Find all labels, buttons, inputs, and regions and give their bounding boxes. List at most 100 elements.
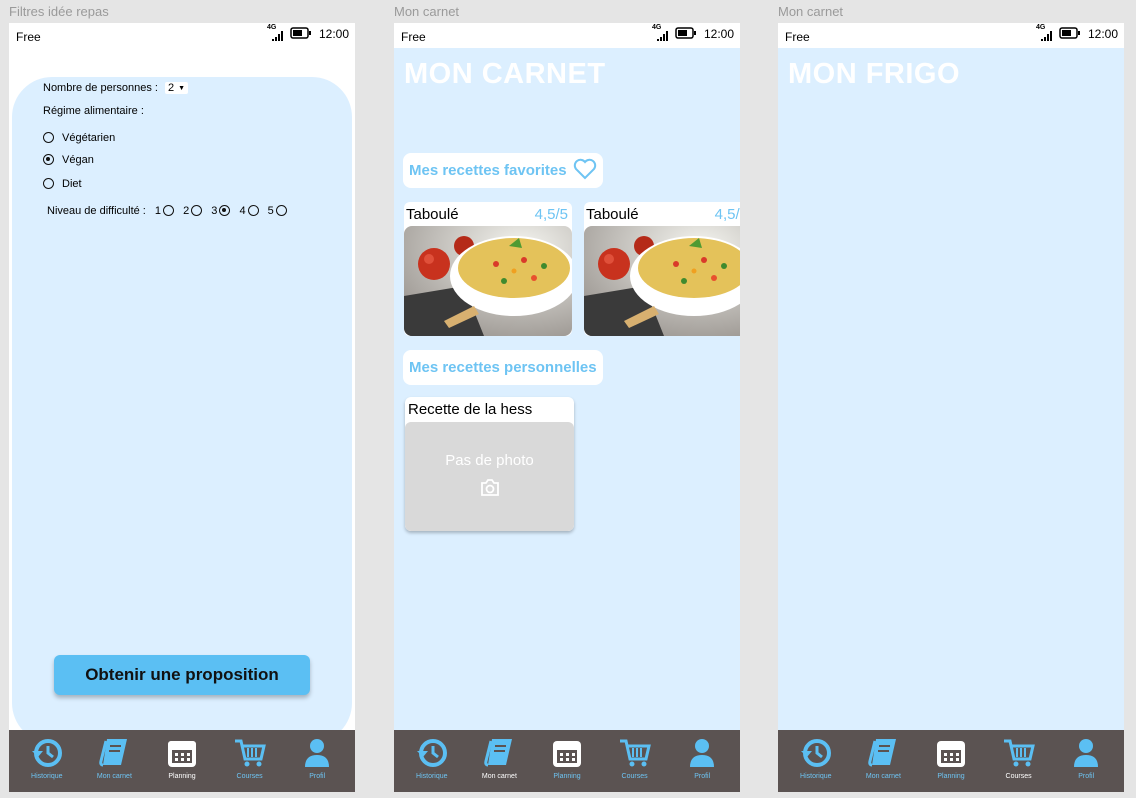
screen-carnet: MON CARNET Mes recettes favorites Taboul…	[394, 48, 740, 730]
radio-icon	[163, 205, 175, 216]
frame-title: Mon carnet	[394, 4, 460, 19]
battery-icon	[675, 26, 697, 42]
calendar-icon	[933, 736, 969, 770]
recipe-name: Taboulé	[406, 205, 459, 223]
diet-label: Régime alimentaire :	[43, 105, 144, 117]
nav-item-mon-carnet[interactable]: Mon carnet	[467, 736, 531, 780]
dropdown-arrow-icon: ▼	[178, 84, 186, 92]
photo-placeholder[interactable]: Pas de photo	[405, 422, 574, 531]
recipe-photo	[584, 226, 740, 336]
status-bar: Free 4G 12:00	[394, 23, 740, 48]
bottom-navbar: Historique Mon carnet Planning Courses P…	[778, 730, 1124, 792]
radio-icon	[275, 205, 287, 216]
personal-section-header[interactable]: Mes recettes personnelles	[403, 350, 603, 385]
carrier-name: Free	[401, 30, 426, 44]
calendar-icon	[164, 736, 200, 770]
frame-title: Mon carnet	[778, 4, 844, 19]
difficulty-option-3[interactable]: 3	[211, 205, 231, 217]
nav-item-courses[interactable]: Courses	[987, 736, 1051, 780]
diet-option-vegetarien[interactable]: Végétarien	[43, 132, 115, 144]
difficulty-label: Niveau de difficulté :	[47, 205, 146, 217]
signal-icon: 4G	[1036, 24, 1054, 42]
nav-item-mon-carnet[interactable]: Mon carnet	[851, 736, 915, 780]
nav-item-courses[interactable]: Courses	[218, 736, 282, 780]
get-proposal-button[interactable]: Obtenir une proposition	[54, 655, 310, 695]
radio-icon	[43, 132, 54, 143]
recipe-photo	[404, 226, 572, 336]
favorite-recipe-card[interactable]: Taboulé 4,5/5	[584, 202, 740, 336]
user-icon	[1068, 736, 1104, 770]
filters-panel	[12, 77, 352, 743]
persons-label: Nombre de personnes :	[43, 82, 158, 94]
frame-title: Filtres idée repas	[9, 4, 109, 19]
carrier-name: Free	[16, 30, 41, 44]
nav-item-historique[interactable]: Historique	[784, 736, 848, 780]
diet-option-vegan[interactable]: Végan	[43, 154, 94, 166]
nav-item-historique[interactable]: Historique	[400, 736, 464, 780]
radio-icon	[43, 178, 54, 189]
nav-item-courses[interactable]: Courses	[603, 736, 667, 780]
favorite-recipe-card[interactable]: Taboulé 4,5/5	[404, 202, 572, 336]
nav-item-historique[interactable]: Historique	[15, 736, 79, 780]
persons-row: Nombre de personnes : 2 ▼	[43, 82, 189, 94]
diet-option-diet[interactable]: Diet	[43, 178, 82, 190]
difficulty-row: Niveau de difficulté : 1 2 3 4 5	[47, 205, 287, 217]
calendar-icon	[549, 736, 585, 770]
history-icon	[414, 736, 450, 770]
nav-item-planning[interactable]: Planning	[535, 736, 599, 780]
battery-icon	[1059, 26, 1081, 42]
bottom-navbar: Historique Mon carnet Planning Courses P…	[9, 730, 355, 792]
nav-item-profil[interactable]: Profil	[285, 736, 349, 780]
difficulty-option-4[interactable]: 4	[239, 205, 259, 217]
signal-icon: 4G	[267, 24, 285, 42]
bottom-navbar: Historique Mon carnet Planning Courses P…	[394, 730, 740, 792]
recipe-name: Recette de la hess	[408, 401, 533, 418]
clock: 12:00	[1087, 27, 1118, 41]
cart-icon	[617, 736, 653, 770]
clock: 12:00	[703, 27, 734, 41]
cart-icon	[1001, 736, 1037, 770]
radio-icon	[191, 205, 203, 216]
no-photo-text: Pas de photo	[445, 452, 534, 469]
difficulty-option-1[interactable]: 1	[155, 205, 175, 217]
book-icon	[96, 736, 132, 770]
persons-value: 2	[168, 82, 175, 94]
page-title: MON FRIGO	[788, 58, 961, 90]
clock: 12:00	[318, 27, 349, 41]
phone-frigo: Free 4G 12:00 MON FRIGO Historique Mon c…	[778, 23, 1124, 792]
page-title: MON CARNET	[404, 58, 606, 90]
radio-selected-icon	[219, 205, 231, 216]
screen-filters	[9, 48, 355, 743]
difficulty-option-5[interactable]: 5	[268, 205, 287, 217]
signal-icon: 4G	[652, 24, 670, 42]
personal-recipe-card[interactable]: Recette de la hess Pas de photo	[405, 397, 574, 531]
user-icon	[684, 736, 720, 770]
history-icon	[798, 736, 834, 770]
radio-selected-icon	[43, 154, 54, 165]
battery-icon	[290, 26, 312, 42]
user-icon	[299, 736, 335, 770]
nav-item-profil[interactable]: Profil	[1054, 736, 1118, 780]
nav-item-planning[interactable]: Planning	[919, 736, 983, 780]
persons-select[interactable]: 2 ▼	[165, 82, 189, 94]
nav-item-profil[interactable]: Profil	[670, 736, 734, 780]
cart-icon	[232, 736, 268, 770]
book-icon	[865, 736, 901, 770]
favorites-section-header[interactable]: Mes recettes favorites	[403, 153, 603, 188]
screen-frigo: MON FRIGO	[778, 48, 1124, 730]
history-icon	[29, 736, 65, 770]
phone-carnet: Free 4G 12:00 MON CARNET Mes recettes fa…	[394, 23, 740, 792]
camera-icon[interactable]	[480, 479, 500, 501]
heart-icon[interactable]	[573, 158, 597, 184]
difficulty-option-2[interactable]: 2	[183, 205, 203, 217]
radio-icon	[247, 205, 259, 216]
recipe-name: Taboulé	[586, 205, 639, 223]
carrier-name: Free	[785, 30, 810, 44]
phone-filters: Free 4G 12:00 Nombre de personnes : 2 ▼ …	[9, 23, 355, 792]
book-icon	[481, 736, 517, 770]
status-bar: Free 4G 12:00	[9, 23, 355, 48]
recipe-score: 4,5/5	[534, 205, 568, 223]
nav-item-planning[interactable]: Planning	[150, 736, 214, 780]
nav-item-mon-carnet[interactable]: Mon carnet	[82, 736, 146, 780]
status-bar: Free 4G 12:00	[778, 23, 1124, 48]
